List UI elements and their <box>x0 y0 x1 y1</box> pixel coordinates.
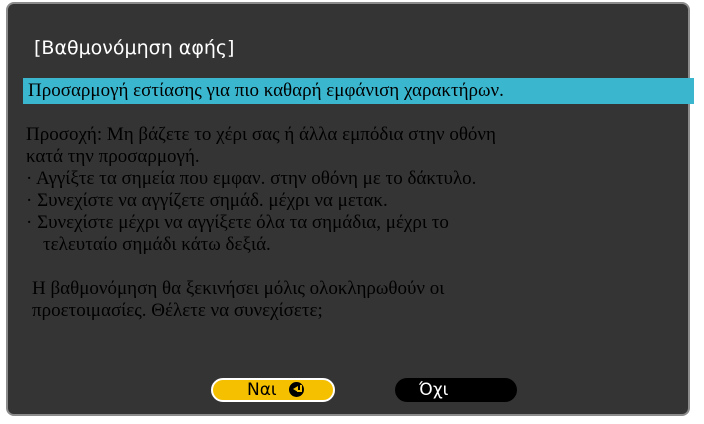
confirm-question-line-2: προετοιμασίες. Θέλετε να συνεχίσετε; <box>32 300 323 321</box>
instruction-bullet-3-cont: τελευταίο σημάδι κάτω δεξιά. <box>43 234 271 255</box>
yes-button[interactable]: Ναι <box>211 378 335 402</box>
dialog-body: Προσοχή: Μη βάζετε το χέρι σας ή άλλα εμ… <box>26 124 676 322</box>
yes-button-label: Ναι <box>247 380 277 400</box>
enter-icon <box>288 382 304 397</box>
confirm-question-line-1: Η βαθμονόμηση θα ξεκινήσει μόλις ολοκληρ… <box>32 278 445 299</box>
instruction-bullet-3: · Συνεχίστε μέχρι να αγγίξετε όλα τα σημ… <box>26 212 449 233</box>
warning-line-1: Προσοχή: Μη βάζετε το χέρι σας ή άλλα εμ… <box>26 124 496 145</box>
instruction-bullet-2: · Συνεχίστε να αγγίζετε σημάδ. μέχρι να … <box>26 190 388 211</box>
dialog-title: [Βαθμονόμηση αφής] <box>34 37 235 59</box>
no-button[interactable]: Όχι <box>395 378 517 402</box>
no-button-label: Όχι <box>419 380 449 400</box>
warning-line-2: κατά την προσαρμογή. <box>26 146 200 167</box>
instruction-bullet-1: · Αγγίξτε τα σημεία που εμφαν. στην οθόν… <box>26 168 477 189</box>
focus-adjust-highlight: Προσαρμογή εστίασης για πιο καθαρή εμφάν… <box>23 78 694 104</box>
